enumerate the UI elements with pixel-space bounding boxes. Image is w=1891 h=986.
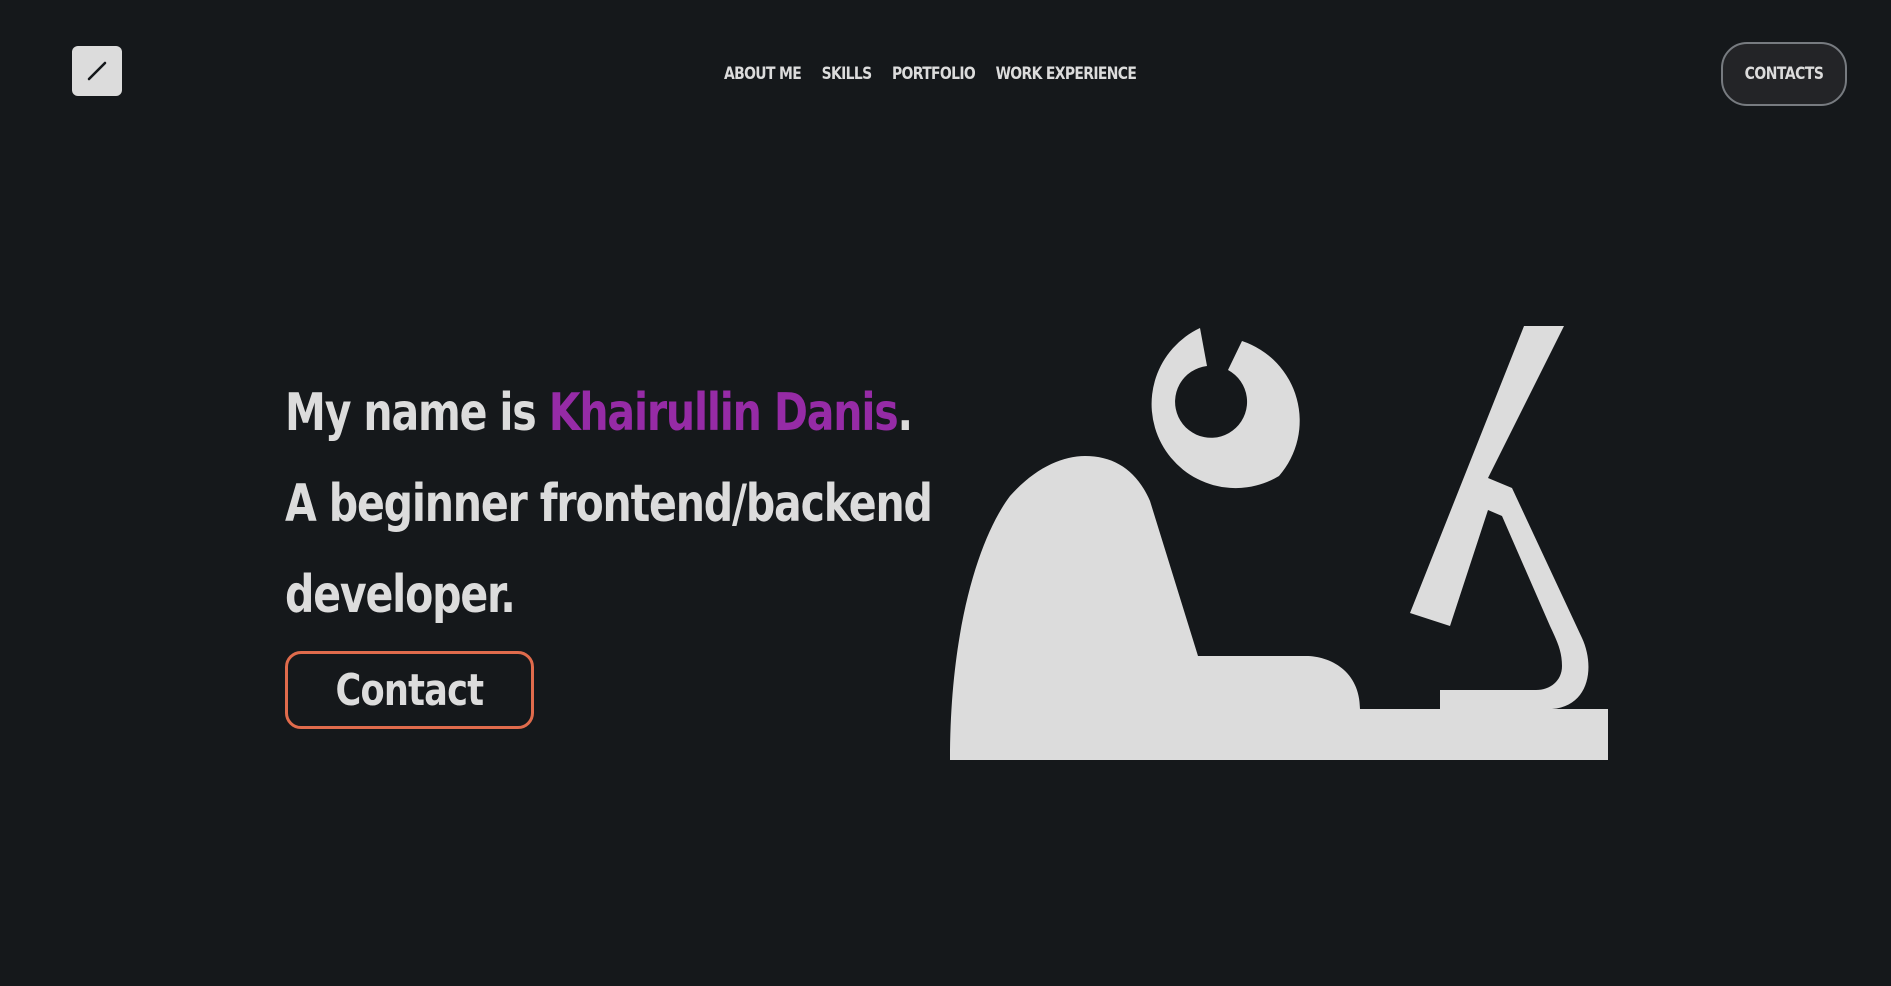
hero-intro-suffix: . <box>897 383 914 443</box>
main-nav: ABOUT ME SKILLS PORTFOLIO WORK EXPERIENC… <box>724 60 1137 88</box>
nav-item-portfolio[interactable]: PORTFOLIO <box>892 60 976 88</box>
contacts-button[interactable]: CONTACTS <box>1721 42 1847 106</box>
nav-item-about-me[interactable]: ABOUT ME <box>724 60 802 88</box>
head-with-headset-shape <box>1151 328 1300 489</box>
hero-intro-prefix: My name is <box>285 383 549 443</box>
logo-slash-icon[interactable] <box>72 46 122 96</box>
developer-at-computer-icon <box>950 326 1608 760</box>
nav-item-skills[interactable]: SKILLS <box>822 60 873 88</box>
hero-line-3: developer. <box>285 565 516 625</box>
contacts-button-label: CONTACTS <box>1744 64 1824 84</box>
page: ABOUT ME SKILLS PORTFOLIO WORK EXPERIENC… <box>0 0 1891 986</box>
hero-name: Khairullin Danis <box>548 383 899 443</box>
contact-button-label: Contact <box>335 664 485 716</box>
contact-button[interactable]: Contact <box>285 651 534 729</box>
slash-icon <box>87 61 107 81</box>
nav-item-work-experience[interactable]: WORK EXPERIENCE <box>996 60 1137 88</box>
hero-line-1: My name is Khairullin Danis. <box>285 368 932 459</box>
hero-line-2: A beginner frontend/backend <box>285 474 933 534</box>
